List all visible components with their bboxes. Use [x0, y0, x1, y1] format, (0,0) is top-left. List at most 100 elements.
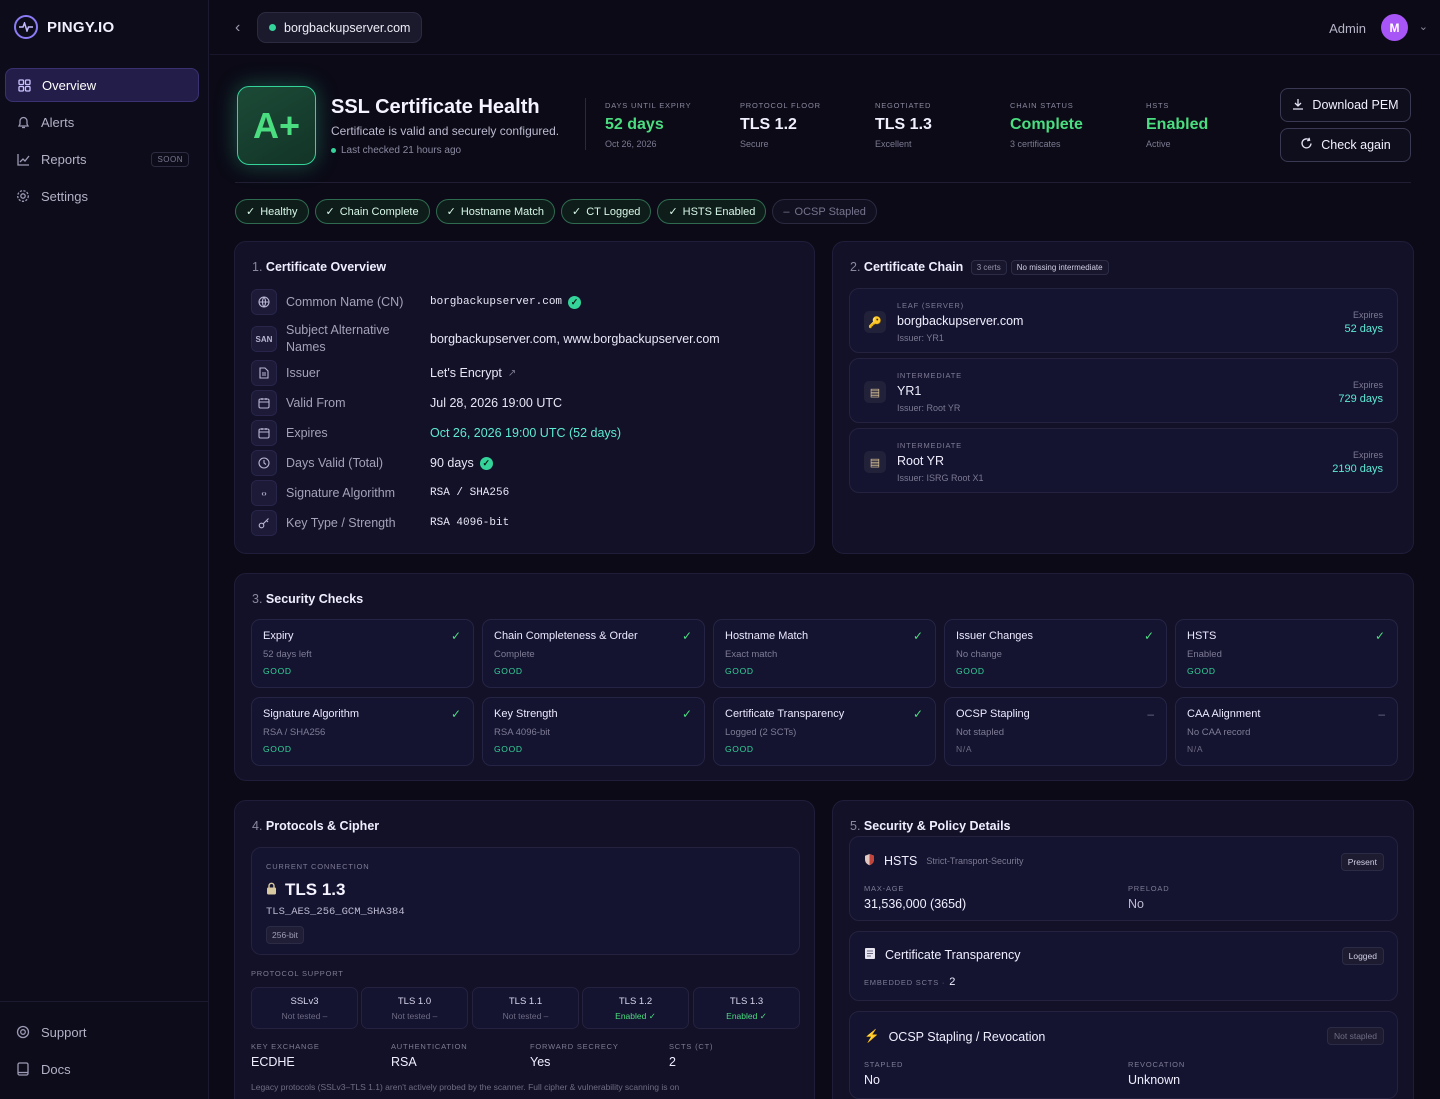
domain-pill[interactable]: borgbackupserver.com — [257, 12, 423, 43]
nav-reports[interactable]: Reports SOON — [5, 142, 199, 176]
chip-label: OCSP Stapled — [794, 205, 866, 218]
row-san: SAN Subject Alternative Names borgbackupse… — [251, 323, 720, 354]
expiry-value: 52 days — [1344, 323, 1383, 335]
nav-overview[interactable]: Overview — [5, 68, 199, 102]
card-title: 1. Certificate Overview — [252, 260, 386, 274]
check-status: GOOD — [725, 744, 754, 754]
kv-label: STAPLED — [864, 1060, 904, 1069]
grid-icon — [16, 77, 32, 93]
policy-card: 5. Security & Policy Details HSTS Strict-… — [832, 800, 1414, 1099]
row-valid-from: Valid From Jul 28, 2026 19:00 UTC — [251, 389, 562, 417]
chip-label: Chain Complete — [339, 205, 419, 218]
check-title: HSTS — [1187, 630, 1217, 642]
check-icon: ✓ — [450, 629, 461, 643]
secondary-nav: Support Docs — [5, 1015, 199, 1089]
section-number: 3. — [252, 592, 263, 606]
present-badge: Present — [1340, 853, 1384, 871]
field-label: Subject Alternative Names — [286, 323, 390, 354]
chain-cert-intermediate[interactable]: ▤ INTERMEDIATE YR1 Issuer: Root YR Expir… — [849, 358, 1398, 423]
nav-settings[interactable]: Settings — [5, 179, 199, 213]
divider — [0, 1001, 209, 1002]
certificate-icon: ▤ — [864, 451, 886, 473]
stat-sub: 3 certificates — [1010, 139, 1061, 149]
back-chevron-icon[interactable]: ‹ — [235, 19, 240, 37]
chevron-down-icon[interactable]: ⌄ — [1419, 20, 1428, 33]
nav-label: Docs — [41, 1061, 71, 1077]
download-pem-button[interactable]: Download PEM — [1280, 88, 1411, 122]
key-exchange: KEY EXCHANGE ECDHE — [251, 1042, 320, 1069]
current-connection: CURRENT CONNECTION TLS 1.3 TLS_AES_256_G… — [251, 847, 800, 955]
user-name[interactable]: Admin — [1329, 21, 1366, 36]
protocol-name: SSLv3 — [290, 996, 319, 1007]
button-label: Download PEM — [1312, 98, 1399, 112]
cert-count-badge: 3 certs — [970, 260, 1007, 276]
external-link-icon[interactable]: ↗ — [508, 368, 516, 379]
check-caa[interactable]: CAA Alignment No CAA record N/A – — [1175, 697, 1398, 766]
check-again-button[interactable]: Check again — [1280, 128, 1411, 162]
protocol-name: TLS 1.3 — [729, 996, 764, 1007]
dash-icon: – — [783, 205, 790, 218]
hsts-title: HSTS — [884, 854, 918, 868]
chip-hsts-enabled: ✓ HSTS Enabled — [657, 199, 767, 224]
last-checked-text: Last checked 21 hours ago — [341, 145, 462, 156]
kv-label: REVOCATION — [1128, 1060, 1186, 1069]
check-hostname[interactable]: Hostname Match Exact match GOOD ✓ — [713, 619, 936, 688]
chain-cert-leaf[interactable]: 🔑 LEAF (SERVER) borgbackupserver.com Iss… — [849, 288, 1398, 353]
cert-name: borgbackupserver.com — [897, 314, 1024, 328]
row-key-type: Key Type / Strength RSA 4096-bit — [251, 509, 509, 537]
check-ct[interactable]: Certificate Transparency Logged (2 SCTs) G… — [713, 697, 936, 766]
check-hsts[interactable]: HSTS Enabled GOOD ✓ — [1175, 619, 1398, 688]
nav-label: Overview — [42, 77, 97, 93]
chip-ocsp-stapled: – OCSP Stapled — [772, 199, 877, 224]
check-chain[interactable]: Chain Completeness & Order Complete GOOD ✓ — [482, 619, 705, 688]
globe-icon — [251, 289, 277, 315]
logo[interactable]: PINGY.IO — [14, 15, 114, 39]
cert-name: YR1 — [897, 384, 922, 398]
lifebuoy-icon — [15, 1024, 31, 1040]
domain-text: borgbackupserver.com — [284, 20, 411, 35]
nav-label: Support — [41, 1024, 87, 1040]
stat-protocol-floor: PROTOCOL FLOOR TLS 1.2 Secure — [740, 101, 821, 149]
page-title: SSL Certificate Health — [331, 96, 540, 118]
check-expiry[interactable]: Expiry 52 days left GOOD ✓ — [251, 619, 474, 688]
kv-label: MAX-AGE — [864, 884, 905, 893]
nav-docs[interactable]: Docs — [5, 1052, 199, 1086]
stat-hsts: HSTS Enabled Active — [1146, 101, 1208, 149]
cert-issuer: Issuer: Root YR — [897, 403, 961, 413]
section-number: 2. — [850, 260, 861, 274]
check-status: GOOD — [494, 666, 523, 676]
field-value: Jul 28, 2026 19:00 UTC — [430, 396, 563, 410]
check-key-strength[interactable]: Key Strength RSA 4096-bit GOOD ✓ — [482, 697, 705, 766]
check-issuer-changes[interactable]: Issuer Changes No change GOOD ✓ — [944, 619, 1167, 688]
calendar-icon — [251, 420, 277, 446]
protocol-tls13: TLS 1.3 Enabled ✓ — [693, 987, 800, 1029]
check-ocsp[interactable]: OCSP Stapling Not stapled N/A – — [944, 697, 1167, 766]
section-number: 1. — [252, 260, 263, 274]
cert-type: INTERMEDIATE — [897, 441, 962, 450]
check-signature[interactable]: Signature Algorithm RSA / SHA256 GOOD ✓ — [251, 697, 474, 766]
kv-label: EMBEDDED SCTS · — [864, 977, 946, 987]
protocol-tls12: TLS 1.2 Enabled ✓ — [582, 987, 689, 1029]
support-label: PROTOCOL SUPPORT — [251, 969, 344, 978]
protocol-status: Enabled ✓ — [726, 1011, 767, 1021]
check-icon: ✓ — [571, 206, 582, 218]
field-label: Key Type / Strength — [286, 515, 396, 530]
protocol-name: TLS 1.1 — [508, 996, 543, 1007]
key-icon — [251, 510, 277, 536]
nav-support[interactable]: Support — [5, 1015, 199, 1049]
ocsp-panel: ⚡ OCSP Stapling / Revocation Not stapled … — [849, 1011, 1398, 1099]
stat-label: HSTS — [1146, 101, 1170, 110]
cert-expiry: Expires 729 days — [1338, 380, 1383, 405]
cert-name: Root YR — [897, 454, 945, 468]
avatar[interactable]: M — [1381, 14, 1408, 41]
status-chips: ✓ Healthy ✓ Chain Complete ✓ Hostname Match… — [235, 199, 877, 224]
check-icon: ✓ — [912, 629, 923, 643]
chain-cert-root[interactable]: ▤ INTERMEDIATE Root YR Issuer: ISRG Root… — [849, 428, 1398, 493]
issuer-value: Let's Encrypt — [430, 366, 502, 380]
field-label: Expires — [286, 425, 328, 440]
scts: SCTS (CT) 2 — [669, 1042, 713, 1069]
kv-value: Unknown — [1128, 1073, 1181, 1087]
check-status: GOOD — [1187, 666, 1216, 676]
section-title: Certificate Chain — [863, 260, 964, 274]
nav-alerts[interactable]: Alerts — [5, 105, 199, 139]
